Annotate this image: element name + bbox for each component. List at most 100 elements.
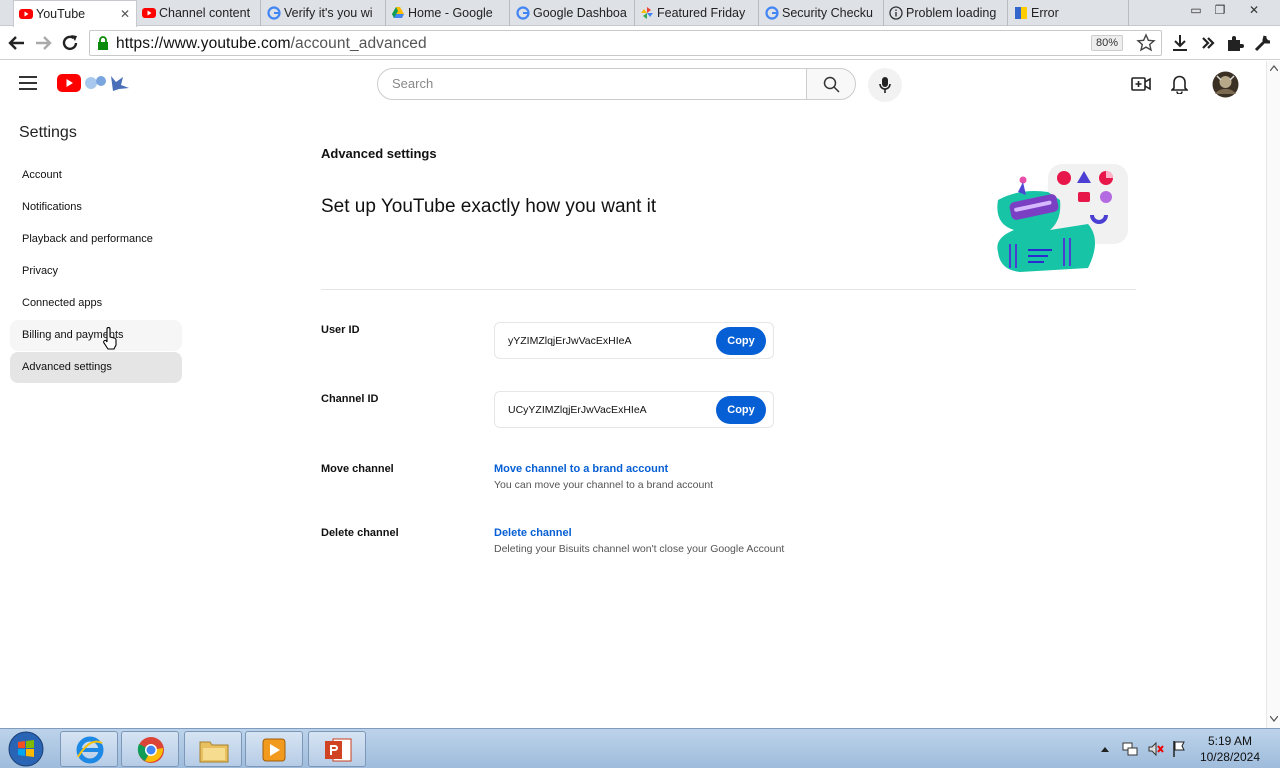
channel-id-value[interactable]: UCyYZIMZlqjErJwVacExHIeA (508, 404, 647, 416)
tab-verify[interactable]: Verify it's you wi (262, 0, 386, 26)
tab-home-google[interactable]: Home - Google (386, 0, 510, 26)
forward-arrow-icon[interactable] (32, 32, 54, 54)
tab-label: YouTube (36, 7, 86, 21)
sidebar-item-privacy[interactable]: Privacy (10, 256, 182, 287)
tab-channel-content[interactable]: Channel content (137, 0, 261, 26)
show-hidden-icons-icon[interactable] (1100, 745, 1110, 753)
move-channel-link[interactable]: Move channel to a brand account (494, 463, 668, 475)
close-window-icon[interactable]: ✕ (1244, 2, 1264, 18)
browser-toolbar: https://www.youtube.com/account_advanced… (0, 27, 1280, 60)
microphone-icon (879, 77, 891, 93)
tab-label: Security Checku (782, 6, 874, 20)
back-arrow-icon[interactable] (6, 32, 28, 54)
user-id-value[interactable]: yYZIMZlqjErJwVacExHIeA (508, 335, 632, 347)
tab-label: Featured Friday (657, 6, 746, 20)
doodle-logo-icon (85, 76, 129, 91)
scroll-down-arrow-icon[interactable] (1270, 716, 1278, 722)
avatar[interactable] (1212, 71, 1239, 98)
youtube-icon (142, 8, 156, 18)
powerpoint-icon (325, 738, 352, 762)
volume-muted-icon[interactable] (1147, 741, 1165, 757)
lock-icon (98, 36, 108, 50)
powerpoint-taskbar-button[interactable] (308, 731, 366, 767)
address-bar[interactable]: https://www.youtube.com/account_advanced… (89, 30, 1162, 56)
search-box (377, 68, 807, 100)
more-chevrons-icon[interactable] (1197, 32, 1219, 54)
section-divider (321, 289, 1136, 290)
url-path: /account_advanced (290, 35, 427, 52)
search-button[interactable] (806, 68, 856, 100)
chrome-icon (137, 737, 164, 763)
voice-search-button[interactable] (868, 68, 902, 102)
delete-channel-label: Delete channel (321, 527, 399, 539)
url-text: https://www.youtube.com/account_advanced (116, 35, 427, 53)
tab-label: Verify it's you wi (284, 6, 373, 20)
tab-google-dashboard[interactable]: Google Dashboa (511, 0, 635, 26)
restore-window-icon[interactable]: ❐ (1210, 2, 1230, 18)
close-tab-icon[interactable]: ✕ (120, 1, 130, 27)
tab-label: Error (1031, 6, 1059, 20)
tab-featured-friday[interactable]: Featured Friday (635, 0, 759, 26)
google-drive-icon (392, 7, 404, 18)
sidebar-item-account[interactable]: Account (10, 160, 182, 191)
search-input[interactable] (392, 76, 792, 91)
tab-label: Problem loading (906, 6, 997, 20)
notifications-bell-icon[interactable] (1171, 74, 1188, 94)
bookmark-star-icon[interactable] (1136, 33, 1156, 53)
media-player-taskbar-button[interactable] (245, 731, 303, 767)
youtube-header (0, 61, 1266, 107)
chrome-taskbar-button[interactable] (121, 731, 179, 767)
scroll-up-arrow-icon[interactable] (1270, 65, 1278, 71)
minimize-window-icon[interactable]: ▭ (1186, 2, 1206, 18)
clock-date: 10/28/2024 (1199, 750, 1260, 764)
windows-start-button[interactable] (6, 730, 46, 768)
tab-youtube[interactable]: YouTube ✕ (13, 0, 137, 27)
download-icon[interactable] (1169, 32, 1191, 54)
sidebar-item-notifications[interactable]: Notifications (10, 192, 182, 223)
clock-time: 5:19 AM (1207, 734, 1252, 748)
file-explorer-taskbar-button[interactable] (184, 731, 242, 767)
hand-cursor-icon (103, 327, 117, 350)
extensions-puzzle-icon[interactable] (1224, 32, 1246, 54)
pinwheel-icon (641, 7, 653, 19)
reload-icon[interactable] (59, 32, 81, 54)
section-title: Advanced settings (321, 146, 437, 161)
delete-channel-description: Deleting your Bisuits channel won't clos… (494, 543, 785, 555)
tab-label: Channel content (159, 6, 251, 20)
sidebar-item-billing[interactable]: Billing and payments (10, 320, 182, 351)
google-icon (267, 6, 281, 20)
tab-strip: YouTube ✕ Channel content Verify it's yo… (0, 0, 1280, 27)
error-page-icon (1015, 7, 1027, 19)
wrench-icon[interactable] (1252, 32, 1274, 54)
user-id-field: yYZIMZlqjErJwVacExHIeA Copy (494, 322, 774, 359)
youtube-icon (19, 9, 33, 19)
hamburger-menu-icon[interactable] (19, 76, 37, 90)
settings-title: Settings (19, 124, 77, 141)
sidebar-item-advanced[interactable]: Advanced settings (10, 352, 182, 383)
tab-problem-loading[interactable]: Problem loading (884, 0, 1008, 26)
tab-security-checkup[interactable]: Security Checku (760, 0, 884, 26)
delete-channel-link[interactable]: Delete channel (494, 527, 572, 539)
action-center-flag-icon[interactable] (1172, 740, 1186, 758)
search-icon (823, 76, 840, 93)
youtube-logo[interactable] (57, 74, 133, 94)
google-icon (765, 6, 779, 20)
copy-user-id-button[interactable]: Copy (716, 327, 766, 355)
channel-id-label: Channel ID (321, 393, 379, 405)
sidebar-item-playback[interactable]: Playback and performance (10, 224, 182, 255)
windows-taskbar: 5:19 AM 10/28/2024 (0, 728, 1280, 768)
internet-explorer-taskbar-button[interactable] (60, 731, 118, 767)
tab-error[interactable]: Error (1009, 0, 1129, 26)
copy-channel-id-button[interactable]: Copy (716, 396, 766, 424)
page-scrollbar[interactable] (1266, 61, 1280, 728)
youtube-play-logo-icon (57, 74, 81, 92)
channel-id-field: UCyYZIMZlqjErJwVacExHIeA Copy (494, 391, 774, 428)
internet-explorer-icon (76, 736, 104, 764)
system-clock[interactable]: 5:19 AM 10/28/2024 (1200, 733, 1260, 765)
zoom-level[interactable]: 80% (1090, 35, 1123, 51)
sidebar-item-connected-apps[interactable]: Connected apps (10, 288, 182, 319)
page-headline: Set up YouTube exactly how you want it (321, 196, 657, 217)
create-video-icon[interactable] (1131, 75, 1151, 93)
network-icon[interactable] (1122, 741, 1138, 757)
user-id-label: User ID (321, 324, 360, 336)
